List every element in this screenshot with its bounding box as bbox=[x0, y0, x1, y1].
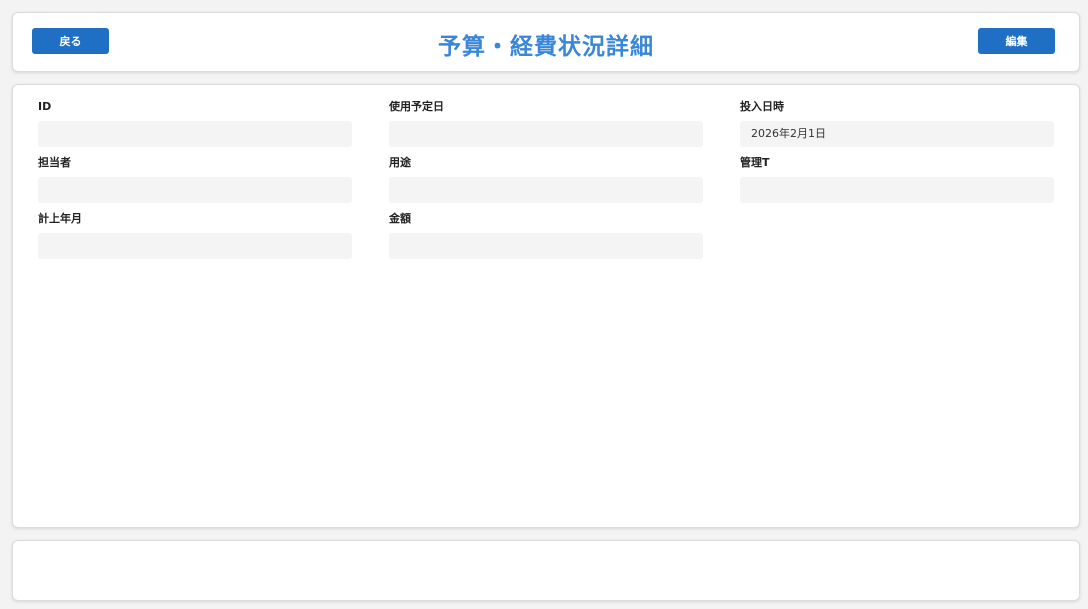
field-value bbox=[38, 233, 352, 259]
footer-panel bbox=[12, 540, 1080, 601]
edit-button[interactable]: 編集 bbox=[978, 28, 1055, 54]
field-value bbox=[389, 121, 703, 147]
field-value bbox=[740, 177, 1054, 203]
field-id: ID bbox=[38, 99, 352, 147]
field-value bbox=[389, 233, 703, 259]
field-label: 金額 bbox=[389, 212, 411, 225]
field-label: 管理T bbox=[740, 156, 770, 169]
field-label: 用途 bbox=[389, 156, 411, 169]
header-bar: 戻る 予算・経費状況詳細 編集 bbox=[12, 12, 1080, 72]
detail-panel: ID 使用予定日 投入日時 2026年2月1日 担当者 用途 管理T 計上年月 … bbox=[12, 84, 1080, 528]
field-purpose: 用途 bbox=[389, 155, 703, 203]
field-label: 使用予定日 bbox=[389, 100, 444, 113]
page-title: 予算・経費状況詳細 bbox=[438, 34, 654, 60]
field-management-team: 管理T bbox=[740, 155, 1054, 203]
field-value: 2026年2月1日 bbox=[740, 121, 1054, 147]
field-value bbox=[389, 177, 703, 203]
field-person-in-charge: 担当者 bbox=[38, 155, 352, 203]
field-amount: 金額 bbox=[389, 211, 703, 259]
field-value bbox=[38, 177, 352, 203]
field-planned-use-date: 使用予定日 bbox=[389, 99, 703, 147]
field-accounting-month: 計上年月 bbox=[38, 211, 352, 259]
field-value bbox=[38, 121, 352, 147]
field-label: 担当者 bbox=[38, 156, 71, 169]
field-label: 計上年月 bbox=[38, 212, 82, 225]
field-label: ID bbox=[38, 100, 52, 113]
field-label: 投入日時 bbox=[740, 100, 784, 113]
field-entry-datetime: 投入日時 2026年2月1日 bbox=[740, 99, 1054, 147]
